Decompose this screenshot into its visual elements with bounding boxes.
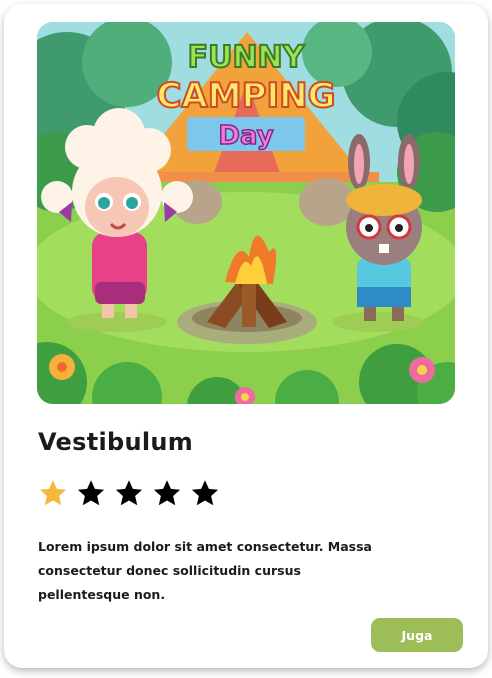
game-title: Vestibulum	[38, 428, 194, 456]
logo-line3: Day	[218, 121, 273, 151]
game-thumbnail[interactable]: FUNNY CAMPING Day	[37, 22, 455, 404]
star-empty-icon	[191, 480, 219, 506]
rating-stars	[38, 478, 220, 508]
star-filled-icon	[39, 480, 67, 506]
star-empty-icon	[115, 480, 143, 506]
logo-line1: FUNNY	[188, 40, 306, 75]
game-card: FUNNY CAMPING Day Vestibulum Lorem ipsum…	[4, 4, 488, 668]
logo-line2: CAMPING	[156, 76, 335, 116]
star-empty-icon	[77, 480, 105, 506]
game-description: Lorem ipsum dolor sit amet consectetur. …	[38, 539, 372, 602]
star-empty-icon	[153, 480, 181, 506]
game-thumbnail-art: FUNNY CAMPING Day	[37, 22, 455, 404]
play-button[interactable]: Juga	[371, 618, 463, 652]
